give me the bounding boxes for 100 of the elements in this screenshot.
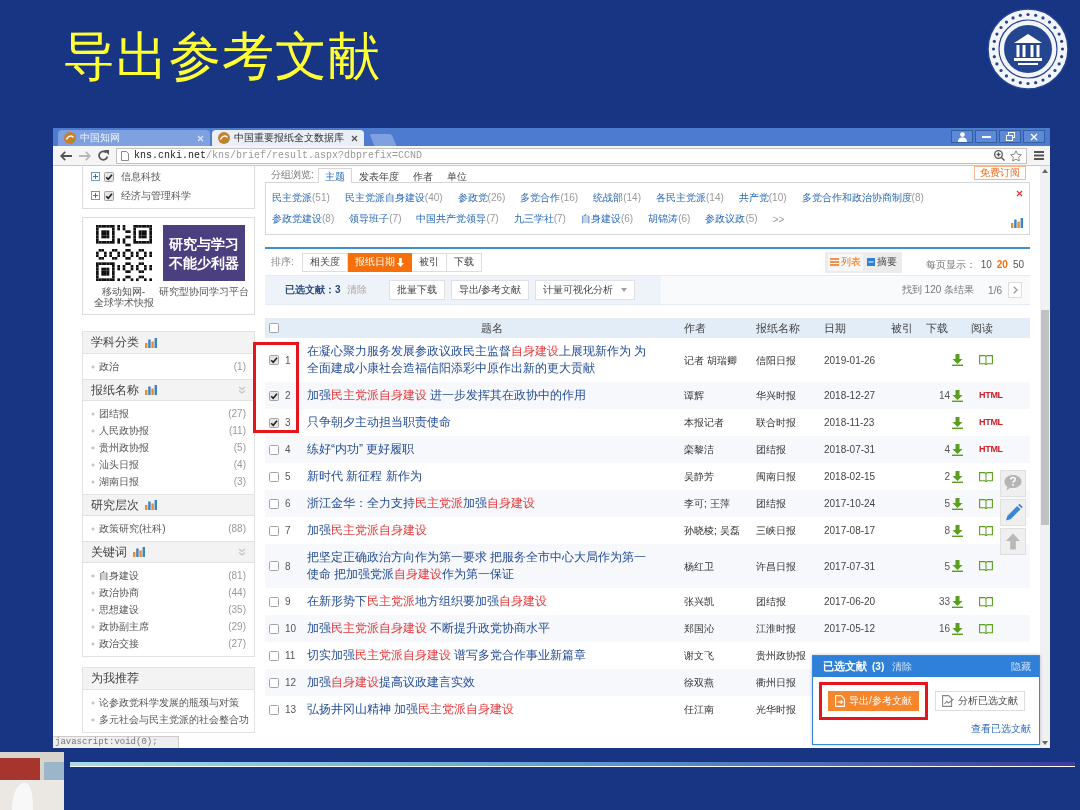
newspaper-link[interactable]: 光华时报: [756, 704, 796, 715]
column-header[interactable]: 下载: [926, 318, 948, 338]
view-button[interactable]: 摘要: [864, 253, 899, 271]
group-tab[interactable]: 单位: [439, 168, 474, 183]
author-link[interactable]: 李可; 王萍: [684, 498, 730, 509]
action-button[interactable]: 导出/参考文献: [450, 280, 530, 300]
facet-link[interactable]: 湖南日报: [91, 474, 139, 489]
download-icon[interactable]: [952, 389, 963, 402]
recommend-link[interactable]: 论参政党科学发展的瓶颈与对策: [91, 695, 239, 710]
topic-link[interactable]: 多党合作和政治协商制度(8): [801, 191, 924, 205]
newspaper-link[interactable]: 联合时报: [756, 417, 796, 428]
newspaper-link[interactable]: 衢州日报: [756, 677, 796, 688]
expand-icon[interactable]: [91, 191, 100, 200]
reload-icon[interactable]: [98, 150, 109, 161]
topic-link[interactable]: 参政议政(5): [705, 212, 758, 226]
topic-link[interactable]: 领导班子(7): [349, 212, 402, 226]
column-header[interactable]: 作者: [684, 318, 706, 338]
article-title-link[interactable]: 加强民主党派自身建设 不断提升政党协商水平: [307, 620, 652, 637]
topic-link[interactable]: 统战部(14): [593, 191, 641, 205]
checkbox[interactable]: [269, 355, 279, 365]
download-icon[interactable]: [952, 497, 963, 510]
action-button[interactable]: 批量下载: [388, 280, 445, 300]
checkbox[interactable]: [269, 561, 279, 571]
author-link[interactable]: 杨红卫: [684, 560, 714, 572]
checkbox[interactable]: [269, 704, 279, 715]
action-button[interactable]: 计量可视化分析: [535, 280, 636, 300]
article-title-link[interactable]: 把坚定正确政治方向作为第一要求 把服务全市中心大局作为第一使命 把加强党派自身建设作为第一保证: [307, 549, 652, 583]
checkbox[interactable]: [269, 596, 279, 607]
back-icon[interactable]: [60, 150, 72, 161]
facet-link[interactable]: 人民政协报: [91, 423, 149, 438]
address-field[interactable]: kns.cnki.net/kns/brief/result.aspx?dbprefix=CCND: [116, 147, 1027, 164]
sort-button[interactable]: 被引: [411, 252, 447, 272]
checkbox[interactable]: [269, 471, 279, 482]
topic-link[interactable]: 中国共产党领导(7): [416, 212, 499, 226]
topic-link[interactable]: 共产党(10): [738, 191, 787, 205]
facet-link[interactable]: 自身建设: [91, 568, 139, 583]
group-tab[interactable]: 发表年度: [351, 168, 406, 183]
page-size-option[interactable]: 50: [1012, 259, 1024, 270]
topic-link[interactable]: 自身建设(6): [580, 212, 634, 226]
checkbox[interactable]: [269, 444, 279, 455]
topic-link[interactable]: 多党合作(16): [520, 191, 579, 205]
minimize-button[interactable]: [975, 130, 997, 143]
chart-icon[interactable]: [145, 500, 157, 510]
facet-link[interactable]: 团结报: [91, 406, 129, 421]
book-icon[interactable]: [979, 561, 993, 571]
article-title-link[interactable]: 加强民主党派自身建设 进一步发挥其在政协中的作用: [307, 387, 652, 404]
article-title-link[interactable]: 弘扬井冈山精神 加强民主党派自身建设: [307, 701, 652, 718]
facet-link[interactable]: 贵州政协报: [91, 440, 149, 455]
book-icon[interactable]: [979, 525, 993, 536]
author-link[interactable]: 任江南: [684, 704, 714, 715]
article-title-link[interactable]: 切实加强民主党派自身建设 谱写多党合作事业新篇章: [307, 647, 652, 664]
download-icon[interactable]: [952, 470, 963, 483]
facet-link[interactable]: 政治交接: [91, 636, 139, 651]
facet-link[interactable]: 政治协商: [91, 585, 139, 600]
newspaper-link[interactable]: 团结报: [756, 596, 786, 607]
book-icon[interactable]: [979, 471, 993, 482]
newspaper-link[interactable]: 三峡日报: [756, 525, 796, 536]
book-icon[interactable]: [979, 498, 993, 509]
topic-link[interactable]: 各民主党派(14): [656, 191, 724, 205]
topic-link[interactable]: 参政党(26): [457, 191, 506, 205]
scroll-up-icon[interactable]: [1042, 169, 1048, 173]
download-icon[interactable]: [952, 443, 963, 456]
zoom-in-icon[interactable]: [994, 150, 1005, 161]
topic-link[interactable]: 民主党派自身建设(40): [344, 191, 443, 205]
download-icon[interactable]: [952, 354, 963, 366]
help-bubble-icon[interactable]: [1000, 470, 1026, 497]
html-link[interactable]: HTML: [979, 414, 1003, 431]
scroll-down-icon[interactable]: [1042, 741, 1048, 745]
html-link[interactable]: HTML: [979, 387, 1003, 404]
topic-link[interactable]: 九三学社(7): [513, 212, 566, 226]
newspaper-link[interactable]: 许昌日报: [756, 560, 796, 572]
restore-button[interactable]: [999, 130, 1021, 143]
author-link[interactable]: 孙晓棱; 吴磊: [684, 525, 740, 536]
topic-link[interactable]: 参政党建设(8): [272, 212, 335, 226]
chart-icon[interactable]: [1011, 218, 1023, 228]
sort-button[interactable]: 相关度: [301, 252, 348, 272]
download-icon[interactable]: [952, 524, 963, 537]
newspaper-link[interactable]: 团结报: [756, 444, 786, 455]
column-header[interactable]: 日期: [824, 318, 846, 338]
newspaper-link[interactable]: 团结报: [756, 498, 786, 509]
category-link[interactable]: 经济与管理科学: [121, 188, 191, 203]
column-header[interactable]: 报纸名称: [756, 318, 800, 338]
promo-banner[interactable]: 研究与学习 不能少利器: [163, 225, 245, 281]
author-link[interactable]: 谭辉: [684, 390, 704, 401]
checkbox[interactable]: [269, 323, 279, 333]
author-link[interactable]: 吴静芳: [684, 471, 714, 482]
newspaper-link[interactable]: 贵州政协报: [756, 650, 806, 661]
page-size-option[interactable]: 10: [980, 259, 992, 270]
html-link[interactable]: HTML: [979, 441, 1003, 458]
article-title-link[interactable]: 在凝心聚力服务发展参政议政民主监督自身建设上展现新作为 为全面建成小康社会造福信阳添彩中原作出新的更大贡献: [307, 343, 652, 377]
forward-icon[interactable]: [79, 150, 91, 161]
close-icon[interactable]: [1016, 190, 1023, 197]
article-title-link[interactable]: 只争朝夕主动担当职责使命: [307, 414, 652, 431]
checkbox[interactable]: [269, 677, 279, 688]
author-link[interactable]: 栾黎洁: [684, 444, 714, 455]
article-title-link[interactable]: 浙江金华：全力支持民主党派加强自身建设: [307, 495, 652, 512]
recommend-link[interactable]: 多元社会与民主党派的社会整合功: [91, 712, 249, 727]
facet-link[interactable]: 思想建设: [91, 602, 139, 617]
checkbox[interactable]: [269, 417, 279, 428]
chart-icon[interactable]: [145, 385, 157, 395]
